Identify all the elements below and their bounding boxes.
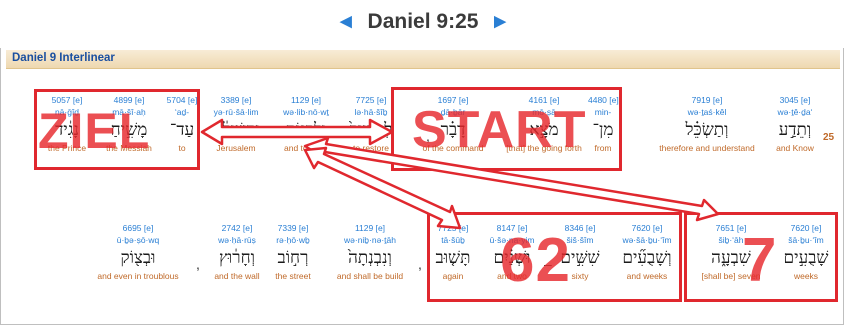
arrow-ziel-start xyxy=(200,118,394,146)
annotation-arrows xyxy=(200,118,720,230)
